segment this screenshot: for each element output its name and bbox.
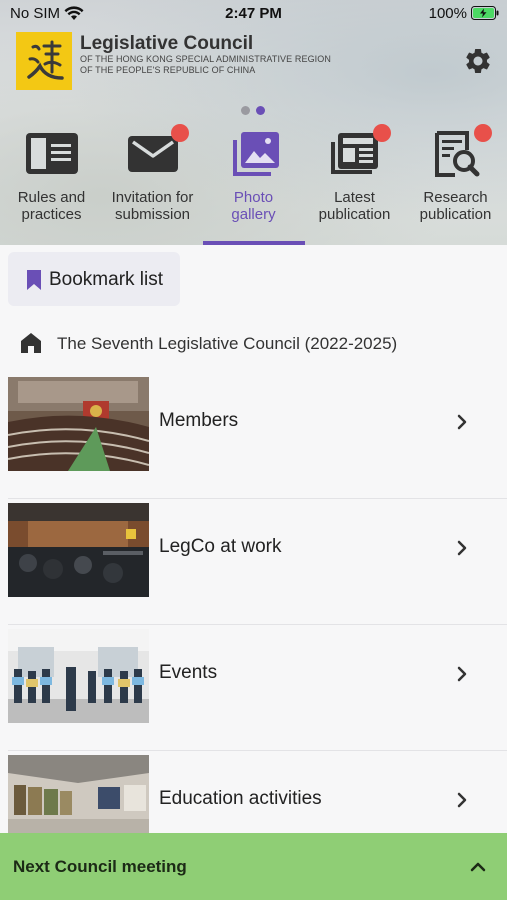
next-council-meeting-bar[interactable]: Next Council meeting [0, 833, 507, 900]
app-subtitle-line1: OF THE HONG KONG SPECIAL ADMINISTRATIVE … [80, 54, 331, 64]
next-council-meeting-label: Next Council meeting [13, 857, 187, 876]
status-bar: No SIM 2:47 PM 100% [0, 0, 507, 28]
tab-label-line1: Photo [233, 189, 274, 206]
bookmark-icon [27, 270, 41, 290]
page-dot-2[interactable] [256, 106, 265, 115]
battery-charging-icon [471, 6, 499, 20]
row-label: Events [159, 662, 218, 683]
row-label: Education activities [159, 788, 322, 809]
active-tab-indicator [203, 241, 305, 245]
tab-label-line2: gallery [231, 206, 276, 223]
chevron-right-icon [457, 792, 467, 808]
category-tabs: Rules and practices Invitation for submi… [0, 122, 507, 244]
page-dot-1[interactable] [241, 106, 250, 115]
breadcrumb-current: The Seventh Legislative Council (2022-20… [57, 334, 398, 353]
notification-badge [171, 124, 189, 142]
tab-label-line1: Research [423, 189, 488, 206]
battery-percent: 100% [428, 5, 467, 22]
bookmark-label: Bookmark list [49, 269, 164, 290]
tab-label-line2: practices [21, 206, 82, 223]
gallery-row-legco-at-work[interactable]: LegCo at work [0, 499, 507, 625]
tab-label-line1: Invitation for [111, 189, 194, 206]
app-subtitle-line2: OF THE PEOPLE'S REPUBLIC OF CHINA [80, 65, 256, 75]
bookmark-list-button[interactable]: Bookmark list [8, 252, 180, 306]
members-thumbnail [8, 377, 149, 471]
app-subtitle: OF THE HONG KONG SPECIAL ADMINISTRATIVE … [80, 54, 331, 76]
tab-label-line2: publication [318, 206, 391, 223]
home-icon[interactable] [20, 332, 42, 354]
tab-label-line2: submission [114, 206, 191, 223]
chevron-right-icon [457, 414, 467, 430]
chevron-right-icon [457, 540, 467, 556]
rules-book-icon [26, 133, 78, 174]
tab-label: Photo gallery [203, 189, 304, 223]
tab-label: Research publication [405, 189, 506, 223]
tab-label: Invitation for submission [102, 189, 203, 223]
photo-gallery-icon [233, 132, 279, 176]
notification-badge [474, 124, 492, 142]
app-title: Legislative Council [80, 33, 254, 54]
row-label: Members [159, 410, 239, 431]
tab-label-line2: publication [419, 206, 492, 223]
legco-at-work-thumbnail [8, 503, 149, 597]
tab-photo-gallery[interactable]: Photo gallery [203, 122, 304, 244]
tab-latest-publication[interactable]: Latest publication [304, 122, 405, 244]
events-thumbnail [8, 629, 149, 723]
tab-rules-and-practices[interactable]: Rules and practices [1, 122, 102, 244]
legco-logo [16, 32, 72, 90]
tab-research-publication[interactable]: Research publication [405, 122, 506, 244]
notification-badge [373, 124, 391, 142]
chevron-right-icon [457, 666, 467, 682]
tab-label: Latest publication [304, 189, 405, 223]
tab-label: Rules and practices [1, 189, 102, 223]
gallery-row-events[interactable]: Events [0, 625, 507, 751]
row-label: LegCo at work [159, 536, 282, 557]
gallery-row-members[interactable]: Members [0, 373, 507, 499]
tab-label-line1: Latest [334, 189, 375, 206]
tab-invitation-for-submission[interactable]: Invitation for submission [102, 122, 203, 244]
tab-label-line1: Rules and [17, 189, 86, 206]
settings-gear-icon[interactable] [463, 46, 493, 76]
chevron-up-icon[interactable] [469, 859, 487, 873]
